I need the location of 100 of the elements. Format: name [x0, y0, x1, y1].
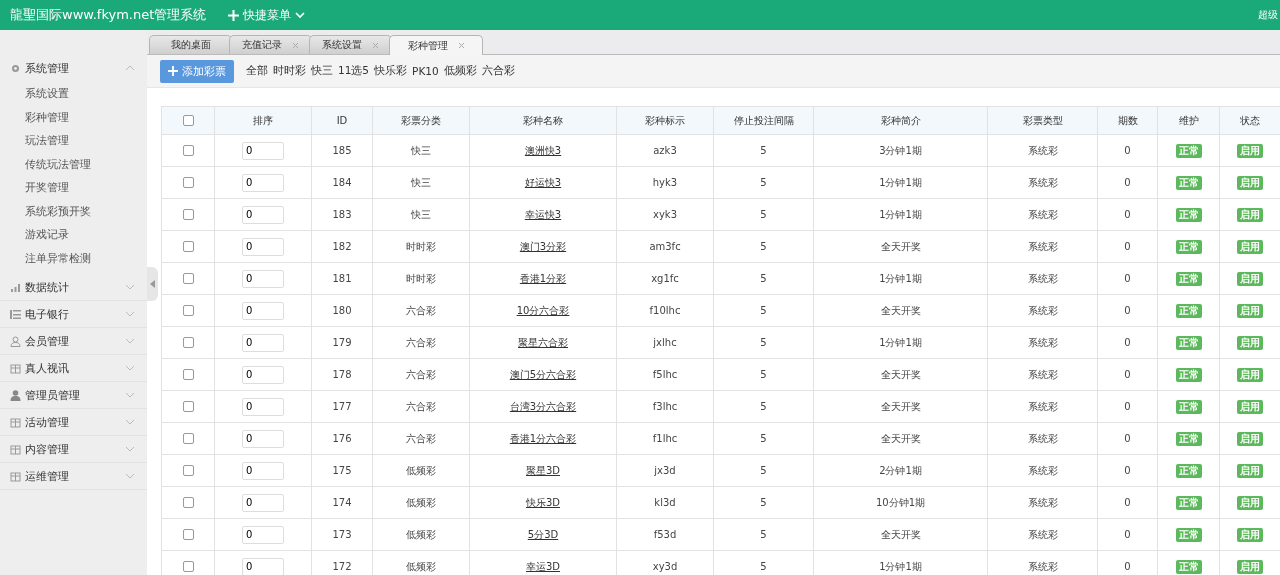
sidebar-group[interactable]: 管理员管理 — [0, 382, 147, 409]
sidebar-group[interactable]: 系统管理 — [0, 54, 147, 82]
table-cell: 系统彩 — [1027, 560, 1058, 572]
order-field[interactable]: 0 — [242, 429, 284, 448]
table-cell: 六合彩 — [406, 400, 436, 412]
sidebar-group[interactable]: 活动管理 — [0, 409, 147, 436]
sidebar-item[interactable]: 系统设置 — [0, 82, 147, 106]
filter-link[interactable]: 快三 — [311, 64, 333, 78]
row-checkbox[interactable] — [182, 145, 194, 157]
filter-link[interactable]: 全部 — [246, 64, 268, 78]
table-cell: 系统彩 — [1027, 496, 1058, 508]
lottery-name-link[interactable]: 香港1分六合彩 — [509, 432, 577, 444]
lottery-name-link[interactable]: 澳门3分彩 — [519, 240, 567, 252]
order-field[interactable]: 0 — [242, 333, 284, 352]
lottery-name-link[interactable]: 5分3D — [527, 528, 559, 540]
row-checkbox[interactable] — [182, 337, 194, 349]
order-field[interactable]: 0 — [242, 365, 284, 384]
lottery-name-link[interactable]: 澳门5分六合彩 — [509, 368, 577, 380]
lottery-name-link[interactable]: 好运快3 — [524, 176, 562, 188]
tab[interactable]: 充值记录 — [229, 35, 312, 54]
row-checkbox[interactable] — [182, 209, 194, 221]
select-all-checkbox[interactable] — [182, 115, 194, 127]
lottery-name-link[interactable]: 澳洲快3 — [524, 144, 562, 156]
order-field[interactable]: 0 — [242, 557, 284, 575]
order-field[interactable]: 0 — [242, 525, 284, 544]
table-cell: 系统彩 — [1027, 272, 1058, 284]
sidebar-group[interactable]: 真人视讯 — [0, 355, 147, 382]
order-field[interactable]: 0 — [242, 141, 284, 160]
lottery-name-link[interactable]: 10分六合彩 — [516, 304, 570, 316]
table-cell: 系统彩 — [1027, 400, 1058, 412]
row-checkbox[interactable] — [182, 401, 194, 413]
sidebar-group[interactable]: 内容管理 — [0, 436, 147, 463]
close-icon[interactable] — [372, 41, 379, 49]
row-checkbox[interactable] — [182, 497, 194, 509]
sidebar-group[interactable]: 电子银行 — [0, 301, 147, 328]
sidebar-item[interactable]: 彩种管理 — [0, 105, 147, 129]
row-checkbox[interactable] — [182, 369, 194, 381]
table-cell: 173 — [332, 529, 352, 540]
table-cell: xg1fc — [651, 273, 679, 284]
order-field[interactable]: 0 — [242, 269, 284, 288]
table-cell: 0 — [1124, 177, 1131, 188]
table-cell: 系统彩 — [1027, 208, 1058, 220]
menu-icon — [10, 443, 21, 455]
sidebar-group[interactable]: 运维管理 — [0, 463, 147, 490]
chevron-down-icon — [125, 473, 135, 479]
filter-link[interactable]: 11选5 — [338, 64, 370, 78]
table-cell: 1分钟1期 — [879, 336, 922, 348]
table-cell: 系统彩 — [1027, 432, 1058, 444]
tab[interactable]: 彩种管理 — [389, 35, 483, 55]
filter-link[interactable]: 低频彩 — [443, 64, 477, 78]
lottery-name-link[interactable]: 幸运3D — [525, 560, 561, 572]
table-cell: f3lhc — [652, 401, 678, 412]
sidebar-item[interactable]: 系统彩预开奖 — [0, 199, 147, 223]
order-field[interactable]: 0 — [242, 493, 284, 512]
sidebar-item[interactable]: 注单异常检测 — [0, 246, 147, 270]
lottery-name-link[interactable]: 幸运快3 — [524, 208, 562, 220]
order-field[interactable]: 0 — [242, 397, 284, 416]
lottery-name-link[interactable]: 聚星3D — [525, 464, 561, 476]
row-checkbox[interactable] — [182, 305, 194, 317]
sidebar-group[interactable]: 会员管理 — [0, 328, 147, 355]
filter-link[interactable]: 快乐彩 — [374, 64, 408, 78]
table-cell: 1分钟1期 — [879, 272, 922, 284]
order-field[interactable]: 0 — [242, 461, 284, 480]
order-field[interactable]: 0 — [242, 237, 284, 256]
table-cell: 184 — [332, 177, 352, 188]
lottery-name-link[interactable]: 聚星六合彩 — [518, 336, 568, 348]
row-checkbox[interactable] — [182, 177, 194, 189]
chevron-down-icon — [125, 311, 135, 317]
order-field[interactable]: 0 — [242, 173, 284, 192]
menu-icon — [10, 470, 21, 482]
sidebar-item[interactable]: 游戏记录 — [0, 223, 147, 247]
sidebar-item[interactable]: 玩法管理 — [0, 129, 147, 153]
plus-icon — [228, 9, 240, 21]
tab[interactable]: 我的桌面 — [149, 35, 232, 54]
row-checkbox[interactable] — [182, 273, 194, 285]
row-checkbox[interactable] — [182, 433, 194, 445]
order-field[interactable]: 0 — [242, 301, 284, 320]
row-checkbox[interactable] — [182, 465, 194, 477]
filter-link[interactable]: PK10 — [412, 65, 439, 77]
sidebar-item[interactable]: 传统玩法管理 — [0, 152, 147, 176]
filter-link[interactable]: 时时彩 — [273, 64, 306, 78]
sidebar-item[interactable]: 开奖管理 — [0, 176, 147, 200]
lottery-name-link[interactable]: 台湾3分六合彩 — [509, 400, 577, 412]
tab[interactable]: 系统设置 — [309, 35, 392, 54]
row-checkbox[interactable] — [182, 241, 194, 253]
column-header: 彩票分类 — [401, 114, 441, 126]
table-cell: 5 — [760, 177, 767, 188]
filter-link[interactable]: 六合彩 — [481, 64, 515, 78]
table-cell: 全天开奖 — [880, 368, 921, 380]
collapse-handle[interactable] — [147, 267, 158, 301]
table-cell: 六合彩 — [406, 304, 436, 316]
lottery-name-link[interactable]: 快乐3D — [525, 496, 561, 508]
close-icon[interactable] — [292, 41, 299, 49]
lottery-name-link[interactable]: 香港1分彩 — [519, 272, 567, 284]
order-field[interactable]: 0 — [242, 205, 284, 224]
chevron-down-icon — [295, 11, 306, 19]
close-icon[interactable] — [457, 42, 465, 49]
table-cell: 10分钟1期 — [875, 496, 926, 508]
row-checkbox[interactable] — [182, 529, 194, 541]
row-checkbox[interactable] — [182, 561, 194, 573]
